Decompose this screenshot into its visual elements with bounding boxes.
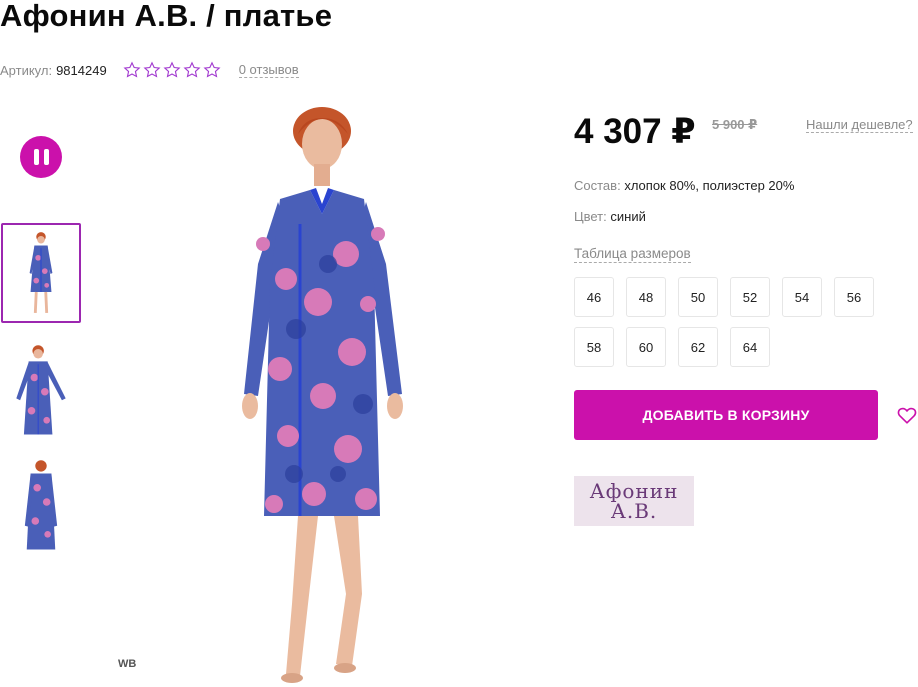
size-selector: 46 48 50 52 54 56 58 60 62 64: [574, 277, 884, 367]
star-icon: [203, 61, 221, 78]
product-title: Афонин А.В. / платье: [0, 0, 333, 33]
brand-logo[interactable]: Афонин А.В.: [574, 476, 694, 526]
brand-logo-line1: Афонин: [589, 479, 679, 503]
size-option[interactable]: 52: [730, 277, 770, 317]
size-option[interactable]: 62: [678, 327, 718, 367]
size-option[interactable]: 50: [678, 277, 718, 317]
color-row: Цвет: синий: [574, 209, 646, 224]
gallery-thumbnail[interactable]: [1, 337, 81, 437]
gallery-thumbnail[interactable]: [1, 452, 81, 552]
slideshow-pause-button[interactable]: [20, 136, 62, 178]
size-table-link[interactable]: Таблица размеров: [574, 246, 691, 263]
reviews-link[interactable]: 0 отзывов: [238, 62, 299, 78]
current-price: 4 307 ₽: [574, 112, 696, 151]
add-to-cart-button[interactable]: ДОБАВИТЬ В КОРЗИНУ: [574, 390, 878, 440]
article-label: Артикул:: [0, 62, 53, 78]
size-option[interactable]: 48: [626, 277, 666, 317]
pause-icon: [33, 149, 39, 165]
size-option[interactable]: 46: [574, 277, 614, 317]
article-value: 9814249: [56, 62, 107, 78]
size-option[interactable]: 54: [782, 277, 822, 317]
gallery-thumbnail[interactable]: [1, 223, 81, 323]
size-option[interactable]: 64: [730, 327, 770, 367]
found-cheaper-link[interactable]: Нашли дешевле?: [806, 117, 913, 133]
size-option[interactable]: 60: [626, 327, 666, 367]
star-icon: [143, 61, 161, 78]
dress-thumbnail-image: [16, 345, 66, 435]
star-icon: [123, 61, 141, 78]
color-value: синий: [610, 209, 646, 224]
size-option[interactable]: 56: [834, 277, 874, 317]
color-label: Цвет:: [574, 209, 607, 224]
product-main-image[interactable]: [228, 104, 418, 687]
rating-stars[interactable]: [123, 61, 221, 79]
composition-value: хлопок 80%, полиэстер 20%: [624, 178, 795, 193]
pause-icon-bar: [43, 149, 49, 165]
star-icon: [183, 61, 201, 78]
watermark: WB: [118, 658, 137, 670]
brand-logo-line2: А.В.: [610, 499, 658, 523]
heart-icon[interactable]: [896, 404, 918, 426]
size-option[interactable]: 58: [574, 327, 614, 367]
old-price: 5 900 ₽: [712, 117, 758, 132]
dress-thumbnail-image: [29, 232, 53, 313]
dress-thumbnail-image: [24, 460, 58, 550]
composition-label: Состав:: [574, 178, 621, 193]
star-icon: [163, 61, 181, 78]
product-meta: Артикул: 9814249 0 отзывов: [0, 60, 299, 80]
composition-row: Состав: хлопок 80%, полиэстер 20%: [574, 178, 794, 193]
